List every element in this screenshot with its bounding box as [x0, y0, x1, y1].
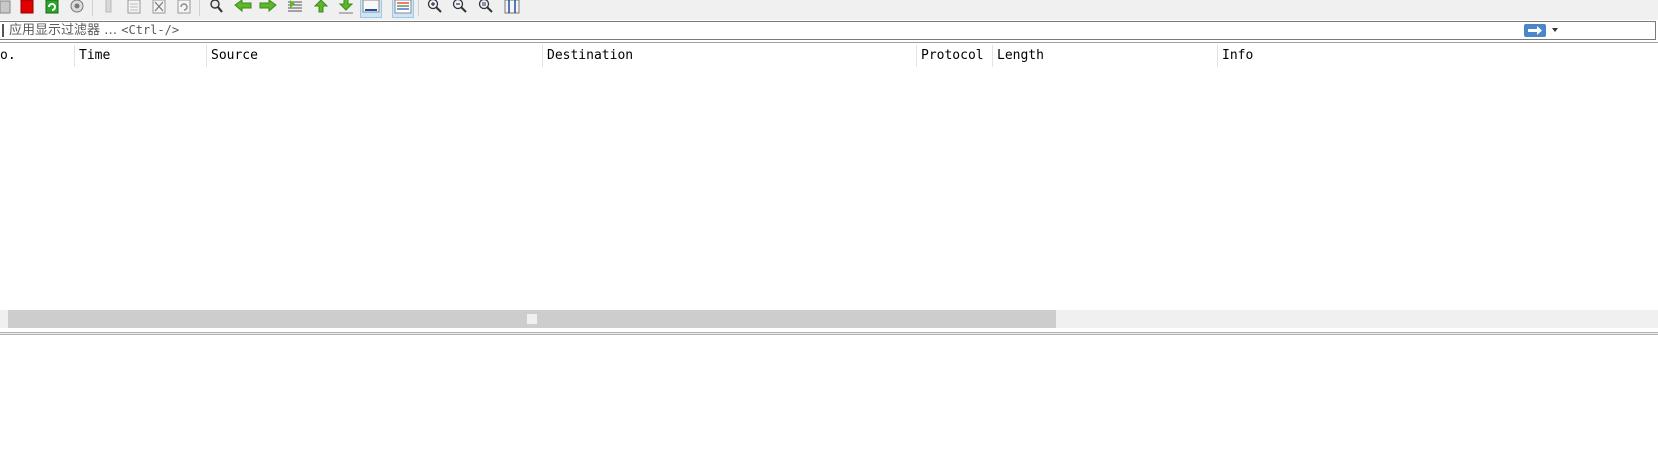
open-file-icon[interactable]	[0, 0, 16, 18]
stop-capture-icon[interactable]	[16, 0, 38, 18]
reload-icon[interactable]	[173, 0, 195, 18]
auto-scroll-icon[interactable]	[360, 0, 382, 18]
toolbar-separator	[418, 0, 419, 16]
open-icon[interactable]	[98, 0, 120, 18]
save-icon[interactable]	[123, 0, 145, 18]
restart-capture-icon[interactable]	[41, 0, 63, 18]
column-header-time[interactable]: Time	[74, 45, 206, 67]
toolbar-separator	[92, 0, 93, 16]
go-first-icon[interactable]	[310, 0, 332, 18]
column-header-no[interactable]: o.	[0, 45, 74, 67]
filter-history-dropdown-icon[interactable]	[1552, 28, 1558, 32]
zoom-in-icon[interactable]	[424, 0, 446, 18]
go-back-icon[interactable]	[232, 0, 254, 18]
colorize-icon[interactable]	[392, 0, 414, 18]
apply-filter-arrow-icon[interactable]	[1524, 24, 1546, 37]
go-to-packet-icon[interactable]	[284, 0, 306, 18]
normal-size-icon[interactable]	[475, 0, 497, 18]
toolbar-separator	[199, 0, 200, 16]
horizontal-scrollbar[interactable]	[0, 310, 1658, 328]
bookmark-icon[interactable]	[2, 24, 4, 37]
display-filter-input[interactable]: 应用显示过滤器 … <Ctrl-/>	[9, 22, 179, 39]
main-toolbar	[0, 0, 1658, 20]
find-packet-icon[interactable]	[206, 0, 228, 18]
packet-details-pane	[0, 335, 1658, 453]
column-header-destination[interactable]: Destination	[542, 45, 916, 67]
capture-options-icon[interactable]	[66, 0, 88, 18]
filter-shortcut-hint: <Ctrl-/>	[121, 23, 180, 37]
column-header-info[interactable]: Info	[1217, 45, 1658, 67]
go-forward-icon[interactable]	[257, 0, 279, 18]
zoom-out-icon[interactable]	[449, 0, 471, 18]
packet-list: o. Time Source Destination Protocol Leng…	[0, 42, 1658, 311]
scrollbar-thumb[interactable]	[8, 310, 1056, 328]
resize-columns-icon[interactable]	[501, 0, 523, 18]
close-file-icon[interactable]	[148, 0, 170, 18]
column-header-length[interactable]: Length	[992, 45, 1217, 67]
column-header-protocol[interactable]: Protocol	[916, 45, 992, 67]
display-filter-bar: 应用显示过滤器 … <Ctrl-/>	[0, 21, 1656, 40]
column-header-source[interactable]: Source	[206, 45, 542, 67]
filter-placeholder: 应用显示过滤器 …	[9, 23, 118, 38]
scrollbar-grip-icon	[527, 314, 537, 324]
go-last-icon[interactable]	[335, 0, 357, 18]
